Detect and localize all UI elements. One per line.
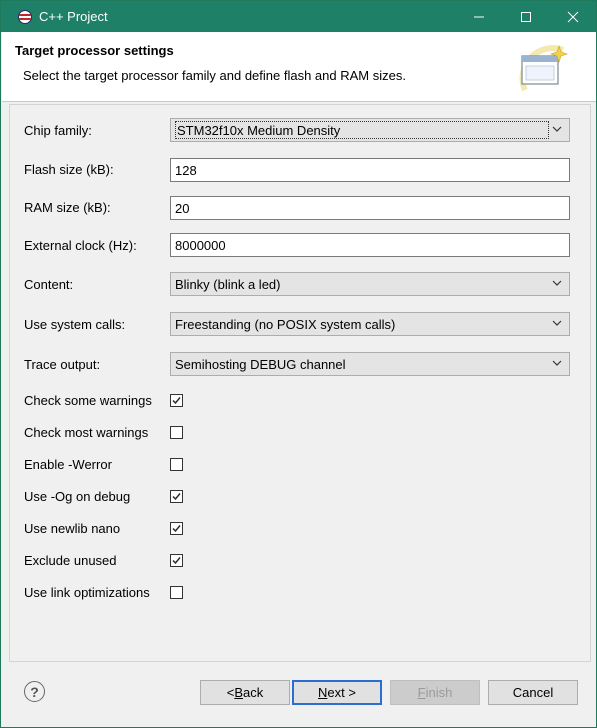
chip-family-select[interactable]: STM32f10x Medium Density (170, 118, 570, 142)
chevron-down-icon (552, 280, 562, 286)
back-label: ack (243, 685, 264, 700)
option-label-use-og-on-debug: Use -Og on debug (24, 489, 131, 504)
wizard-banner-icon (519, 45, 568, 92)
check-most-warnings-checkbox[interactable] (170, 426, 183, 439)
back-mnemonic: B (234, 685, 244, 700)
wizard-header: Target processor settings Select the tar… (2, 32, 596, 102)
next-mnemonic: N (318, 685, 328, 700)
checkmark-icon (172, 557, 181, 565)
window-controls (455, 1, 596, 32)
option-label-use-newlib-nano: Use newlib nano (24, 521, 121, 536)
option-label-check-some-warnings: Check some warnings (24, 393, 152, 408)
system-calls-label: Use system calls: (24, 317, 126, 332)
chip-family-value: STM32f10x Medium Density (177, 122, 341, 138)
chip-family-label: Chip family: (24, 123, 92, 138)
ram-size-label: RAM size (kB): (24, 200, 111, 215)
checkmark-icon (172, 493, 181, 501)
enable-werror-checkbox[interactable] (170, 458, 183, 471)
eclipse-cdt-icon (18, 9, 32, 24)
window-title: C++ Project (39, 9, 108, 24)
finish-label: inish (425, 685, 453, 700)
back-button[interactable]: < Back (200, 680, 290, 705)
use-newlib-nano-checkbox[interactable] (170, 522, 183, 535)
next-label: ext > (327, 685, 356, 700)
option-label-exclude-unused: Exclude unused (24, 553, 117, 568)
use-link-optimizations-checkbox[interactable] (170, 586, 183, 599)
flash-size-label: Flash size (kB): (24, 162, 114, 177)
option-label-enable-werror: Enable -Werror (24, 457, 112, 472)
finish-button[interactable]: Finish (390, 680, 480, 705)
content-label: Content: (24, 277, 74, 292)
maximize-button[interactable] (502, 1, 549, 32)
chevron-down-icon (552, 126, 562, 132)
maximize-icon (520, 11, 531, 22)
cancel-button[interactable]: Cancel (488, 680, 578, 705)
back-arrow-text: < (226, 685, 235, 700)
help-button[interactable]: ? (24, 681, 45, 702)
page-title: Target processor settings (15, 43, 174, 58)
help-icon: ? (30, 683, 39, 700)
checkmark-icon (172, 525, 181, 533)
title-bar[interactable]: C++ Project (1, 1, 596, 32)
chevron-down-icon (552, 360, 562, 366)
content-select[interactable]: Blinky (blink a led) (170, 272, 570, 296)
system-calls-select[interactable]: Freestanding (no POSIX system calls) (170, 312, 570, 336)
use-og-on-debug-checkbox[interactable] (170, 490, 183, 503)
external-clock-input[interactable]: 8000000 (170, 233, 570, 257)
page-description: Select the target processor family and d… (23, 68, 406, 83)
minimize-button[interactable] (455, 1, 502, 32)
next-button[interactable]: Next > (292, 680, 382, 705)
external-clock-label: External clock (Hz): (24, 238, 137, 253)
settings-panel (9, 104, 591, 662)
check-some-warnings-checkbox[interactable] (170, 394, 183, 407)
finish-mnemonic: F (417, 685, 426, 700)
exclude-unused-checkbox[interactable] (170, 554, 183, 567)
close-button[interactable] (549, 1, 596, 32)
trace-output-select[interactable]: Semihosting DEBUG channel (170, 352, 570, 376)
ram-size-input[interactable]: 20 (170, 196, 570, 220)
system-calls-value: Freestanding (no POSIX system calls) (175, 316, 396, 332)
minimize-icon (473, 16, 484, 17)
chevron-down-icon (552, 320, 562, 326)
cpp-project-dialog: C++ Project Target processor settings Se… (0, 0, 597, 728)
content-value: Blinky (blink a led) (175, 276, 281, 292)
trace-output-label: Trace output: (24, 357, 101, 372)
trace-output-value: Semihosting DEBUG channel (175, 356, 346, 372)
checkmark-icon (172, 397, 181, 405)
close-icon (567, 11, 578, 22)
option-label-use-link-optimizations: Use link optimizations (24, 585, 150, 600)
flash-size-input[interactable]: 128 (170, 158, 570, 182)
option-label-check-most-warnings: Check most warnings (24, 425, 149, 440)
